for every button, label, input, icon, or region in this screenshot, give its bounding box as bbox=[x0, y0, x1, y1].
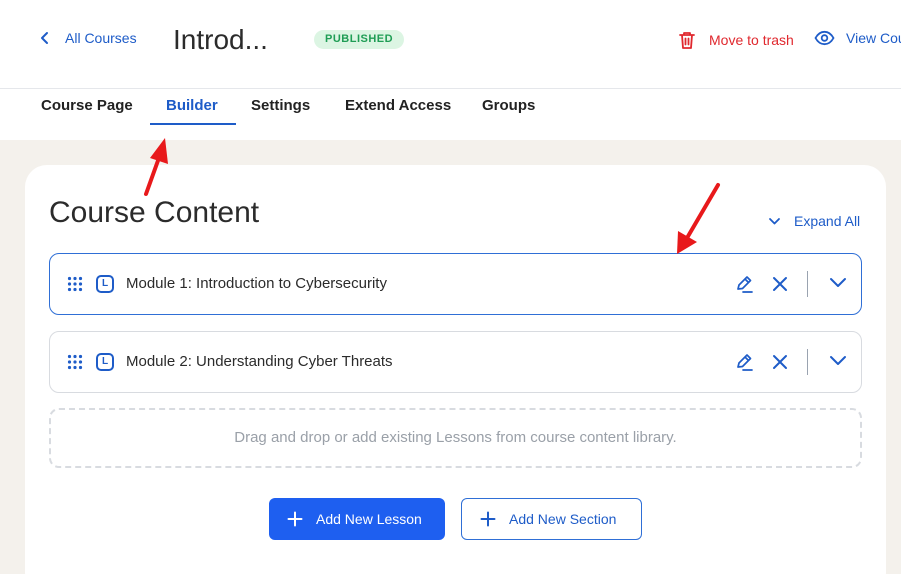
expand-all-label: Expand All bbox=[794, 213, 861, 229]
lesson-icon: L bbox=[96, 353, 114, 371]
edit-icon[interactable] bbox=[734, 352, 754, 372]
expand-all-button[interactable]: Expand All bbox=[768, 213, 860, 229]
all-courses-label: All Courses bbox=[65, 30, 137, 46]
drag-handle-icon[interactable] bbox=[67, 354, 83, 370]
divider bbox=[807, 349, 808, 375]
tab-extend-access[interactable]: Extend Access bbox=[345, 97, 451, 114]
plus-icon bbox=[480, 511, 496, 527]
active-tab-indicator bbox=[150, 123, 236, 125]
close-icon[interactable] bbox=[771, 275, 789, 293]
add-new-lesson-button[interactable]: Add New Lesson bbox=[269, 498, 445, 540]
plus-icon bbox=[287, 511, 303, 527]
chevron-down-icon[interactable] bbox=[829, 355, 847, 367]
module-title: Module 2: Understanding Cyber Threats bbox=[126, 353, 393, 370]
add-new-lesson-label: Add New Lesson bbox=[316, 511, 422, 527]
view-course-link[interactable]: View Cou bbox=[814, 30, 901, 46]
view-course-label: View Cou bbox=[846, 30, 901, 46]
tab-course-page[interactable]: Course Page bbox=[41, 97, 133, 114]
eye-icon bbox=[814, 30, 835, 46]
move-to-trash-label: Move to trash bbox=[709, 32, 794, 48]
lesson-dropzone[interactable]: Drag and drop or add existing Lessons fr… bbox=[49, 408, 862, 468]
all-courses-link[interactable]: All Courses bbox=[40, 30, 137, 46]
lesson-icon: L bbox=[96, 275, 114, 293]
chevron-down-icon bbox=[769, 217, 780, 224]
module-row[interactable]: L Module 1: Introduction to Cybersecurit… bbox=[49, 253, 862, 315]
move-to-trash-button[interactable]: Move to trash bbox=[678, 30, 794, 50]
edit-icon[interactable] bbox=[734, 274, 754, 294]
module-row[interactable]: L Module 2: Understanding Cyber Threats bbox=[49, 331, 862, 393]
status-badge: PUBLISHED bbox=[314, 30, 405, 49]
trash-icon bbox=[679, 32, 695, 49]
add-new-section-button[interactable]: Add New Section bbox=[461, 498, 642, 540]
course-header: All Courses Introd... PUBLISHED Move to … bbox=[0, 0, 901, 140]
tab-settings[interactable]: Settings bbox=[251, 97, 310, 114]
course-title: Introd... bbox=[173, 24, 268, 55]
tab-builder[interactable]: Builder bbox=[166, 97, 218, 114]
top-bar: All Courses Introd... PUBLISHED Move to … bbox=[0, 0, 901, 89]
close-icon[interactable] bbox=[771, 353, 789, 371]
chevron-left-icon bbox=[41, 32, 48, 44]
tab-groups[interactable]: Groups bbox=[482, 97, 535, 114]
tab-bar: Course Page Builder Settings Extend Acce… bbox=[0, 89, 901, 140]
add-new-section-label: Add New Section bbox=[509, 511, 617, 527]
drag-handle-icon[interactable] bbox=[67, 276, 83, 292]
chevron-down-icon[interactable] bbox=[829, 277, 847, 289]
module-title: Module 1: Introduction to Cybersecurity bbox=[126, 275, 387, 292]
course-content-card: Course Content Expand All L Module 1: In… bbox=[25, 165, 886, 574]
divider bbox=[807, 271, 808, 297]
course-content-title: Course Content bbox=[49, 196, 260, 229]
